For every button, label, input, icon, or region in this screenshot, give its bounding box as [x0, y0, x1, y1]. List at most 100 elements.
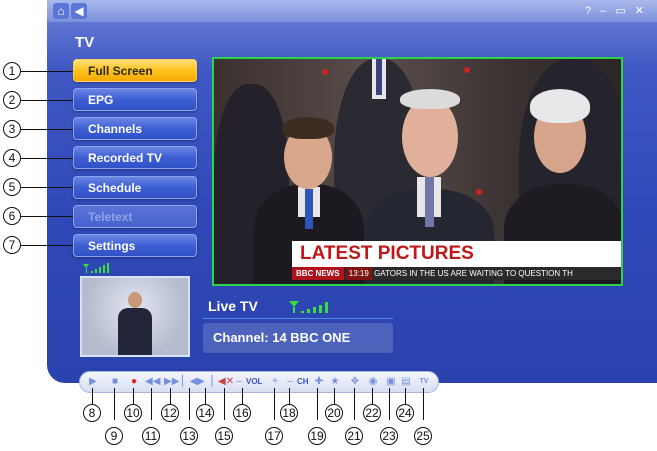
signal-strength-icon: [287, 300, 333, 317]
back-arrow-icon[interactable]: ◀: [71, 3, 87, 19]
record-icon[interactable]: ●: [127, 375, 141, 389]
callout-leader-16: [242, 388, 243, 404]
callout-12: 12: [161, 404, 179, 422]
callout-leader-19: [317, 388, 318, 420]
man-center-head: [402, 97, 458, 177]
live-tv-label: Live TV: [208, 298, 258, 314]
callout-13: 13: [180, 427, 198, 445]
favorite-star-icon[interactable]: ★: [328, 375, 342, 389]
full-screen-button[interactable]: Full Screen: [73, 59, 197, 82]
signal-bars-live-svg: [289, 301, 328, 313]
callout-18: 18: [280, 404, 298, 422]
man-left-tie: [305, 189, 313, 229]
callout-20: 20: [325, 404, 343, 422]
tv-logo-icon[interactable]: TV: [417, 375, 431, 389]
callout-leader-24: [405, 388, 406, 404]
man-center-tie: [425, 177, 434, 227]
callout-leader-18: [289, 388, 290, 404]
callout-leader-5: [21, 187, 73, 188]
tv-app-window: ⌂ ◀ ? – ▭ ✕ TV Full Screen EPG Channels …: [47, 0, 657, 383]
callout-leader-12: [170, 388, 171, 404]
callout-8: 8: [83, 404, 101, 422]
woman-hair: [530, 89, 590, 123]
callout-14: 14: [196, 404, 214, 422]
window-controls[interactable]: ? – ▭ ✕: [585, 4, 647, 17]
play-icon[interactable]: ▶: [86, 375, 100, 389]
callout-25: 25: [414, 427, 432, 445]
callout-leader-8: [92, 388, 93, 404]
callout-2: 2: [3, 91, 21, 109]
recorded-tv-button[interactable]: Recorded TV: [73, 146, 197, 169]
channel-label: CH: [297, 377, 309, 386]
callout-23: 23: [380, 427, 398, 445]
search-icon[interactable]: ◉: [366, 375, 380, 389]
man-left-hair: [282, 117, 334, 139]
epg-button[interactable]: EPG: [73, 88, 197, 111]
presenter-body: [118, 308, 152, 355]
ticker-time: 13:19: [345, 267, 372, 280]
channel-down-icon[interactable]: –: [283, 375, 297, 389]
fast-forward-icon[interactable]: ▶▶: [164, 375, 179, 389]
volume-down-icon[interactable]: –: [232, 375, 246, 389]
callout-4: 4: [3, 149, 21, 167]
volume-label: VOL: [246, 377, 263, 386]
snapshot-camera-icon[interactable]: ▣: [384, 375, 398, 389]
callout-leader-23: [389, 388, 390, 420]
live-video-panel[interactable]: LATEST PICTURES BBC NEWS 13:19 GATORS IN…: [212, 57, 623, 286]
callout-11: 11: [142, 427, 160, 445]
poppy-3: [476, 189, 482, 195]
callout-5: 5: [3, 178, 21, 196]
callout-leader-15: [224, 388, 225, 420]
callout-24: 24: [396, 404, 414, 422]
skip-forward-icon[interactable]: ▶▕: [197, 375, 212, 389]
ticker-text: GATORS IN THE US ARE WAITING TO QUESTION…: [374, 269, 573, 278]
callout-leader-7: [21, 245, 73, 246]
callout-leader-20: [334, 388, 335, 404]
callout-19: 19: [308, 427, 326, 445]
callout-leader-14: [205, 388, 206, 404]
live-divider: [203, 318, 393, 319]
news-headline: LATEST PICTURES: [292, 241, 621, 267]
settings-button[interactable]: Settings: [73, 234, 197, 257]
channel-up-icon[interactable]: ✚: [312, 375, 326, 389]
callout-leader-2: [21, 100, 73, 101]
callout-17: 17: [265, 427, 283, 445]
teletext-icon[interactable]: ▤: [399, 375, 413, 389]
full-screen-icon[interactable]: ✥: [348, 375, 362, 389]
channels-button[interactable]: Channels: [73, 117, 197, 140]
home-icon[interactable]: ⌂: [53, 3, 69, 19]
rewind-icon[interactable]: ◀◀: [145, 375, 160, 389]
man-center-hair: [400, 89, 460, 109]
schedule-button[interactable]: Schedule: [73, 176, 197, 199]
callout-leader-17: [274, 388, 275, 420]
callout-9: 9: [105, 427, 123, 445]
callout-leader-4: [21, 158, 73, 159]
channel-info: Channel: 14 BBC ONE: [203, 323, 393, 353]
callout-leader-21: [354, 388, 355, 420]
preview-thumbnail[interactable]: [80, 276, 190, 357]
signal-strength-icon: [81, 262, 111, 277]
callout-22: 22: [363, 404, 381, 422]
background-tie: [376, 59, 382, 95]
callout-leader-22: [372, 388, 373, 404]
title-bar: ⌂ ◀ ? – ▭ ✕: [47, 0, 657, 22]
callout-leader-6: [21, 216, 73, 217]
mute-icon[interactable]: ◀✕: [218, 375, 234, 389]
callout-1: 1: [3, 62, 21, 80]
callout-leader-3: [21, 129, 73, 130]
teletext-button: Teletext: [73, 205, 197, 228]
callout-3: 3: [3, 120, 21, 138]
callout-15: 15: [215, 427, 233, 445]
callout-16: 16: [233, 404, 251, 422]
presenter-head: [128, 292, 142, 308]
callout-leader-1: [21, 71, 73, 72]
callout-21: 21: [345, 427, 363, 445]
volume-up-icon[interactable]: +: [268, 375, 282, 389]
callout-10: 10: [124, 404, 142, 422]
stop-icon[interactable]: ■: [108, 375, 122, 389]
callout-leader-13: [189, 388, 190, 420]
page-title: TV: [75, 34, 95, 51]
callout-leader-11: [151, 388, 152, 420]
news-ticker: BBC NEWS 13:19 GATORS IN THE US ARE WAIT…: [292, 267, 621, 280]
skip-back-icon[interactable]: ▏◀: [182, 375, 197, 389]
